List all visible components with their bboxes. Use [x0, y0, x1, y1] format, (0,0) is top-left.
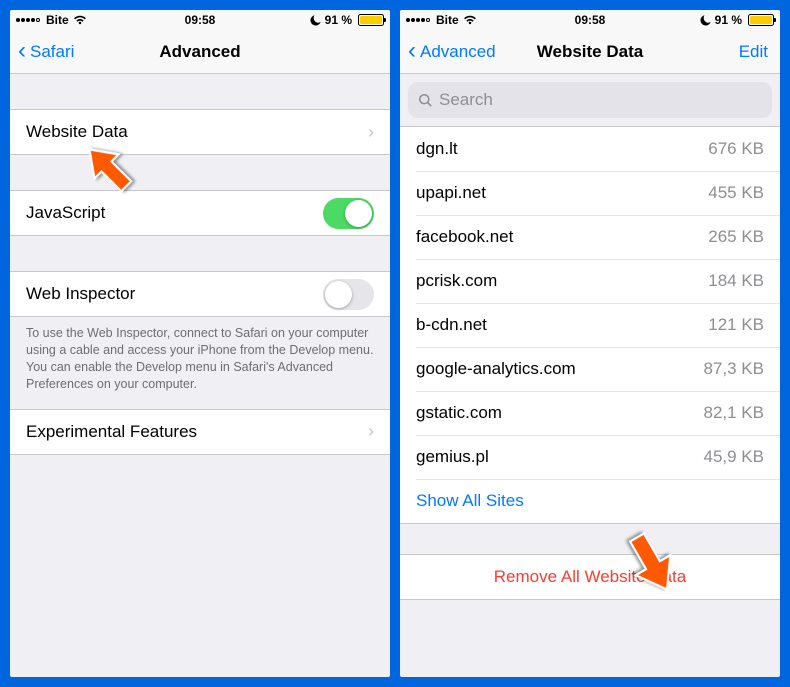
- site-row[interactable]: upapi.net 455 KB: [400, 171, 780, 215]
- web-inspector-toggle[interactable]: [323, 279, 374, 310]
- remove-all-website-data-button[interactable]: Remove All Website Data: [400, 555, 780, 599]
- battery-percent: 91 %: [715, 13, 742, 27]
- site-host: google-analytics.com: [416, 359, 576, 379]
- nav-bar: ‹ Safari Advanced: [10, 30, 390, 74]
- status-left: Bite: [406, 13, 477, 27]
- search-container: Search: [400, 74, 780, 126]
- site-row[interactable]: gstatic.com 82,1 KB: [400, 391, 780, 435]
- sites-list: dgn.lt 676 KB upapi.net 455 KB facebook.net 2…: [400, 126, 780, 524]
- search-input[interactable]: Search: [408, 82, 772, 118]
- site-size: 121 KB: [708, 315, 764, 335]
- back-label: Advanced: [420, 42, 496, 62]
- site-host: gstatic.com: [416, 403, 502, 423]
- site-size: 265 KB: [708, 227, 764, 247]
- chevron-right-icon: ›: [368, 122, 374, 143]
- chevron-left-icon: ‹: [18, 39, 26, 63]
- screen-website-data: Bite 09:58 91 % ‹ Advanced Website Data …: [400, 10, 780, 677]
- site-row[interactable]: facebook.net 265 KB: [400, 215, 780, 259]
- wifi-icon: [73, 15, 87, 25]
- site-size: 676 KB: [708, 139, 764, 159]
- search-icon: [418, 93, 433, 108]
- wifi-icon: [463, 15, 477, 25]
- signal-strength-icon: [16, 18, 40, 22]
- site-row[interactable]: gemius.pl 45,9 KB: [400, 435, 780, 479]
- show-all-sites-button[interactable]: Show All Sites: [400, 479, 780, 523]
- site-row[interactable]: b-cdn.net 121 KB: [400, 303, 780, 347]
- website-data-row[interactable]: Website Data ›: [10, 110, 390, 154]
- status-right: 91 %: [310, 13, 384, 27]
- status-bar: Bite 09:58 91 %: [400, 10, 780, 30]
- web-inspector-label: Web Inspector: [26, 284, 135, 304]
- site-host: b-cdn.net: [416, 315, 487, 335]
- battery-percent: 91 %: [325, 13, 352, 27]
- site-host: pcrisk.com: [416, 271, 497, 291]
- experimental-features-row[interactable]: Experimental Features ›: [10, 410, 390, 454]
- site-host: facebook.net: [416, 227, 513, 247]
- site-size: 184 KB: [708, 271, 764, 291]
- page-title: Website Data: [537, 42, 643, 62]
- back-label: Safari: [30, 42, 74, 62]
- do-not-disturb-icon: [700, 15, 711, 26]
- carrier-label: Bite: [436, 13, 459, 27]
- status-bar: Bite 09:58 91 %: [10, 10, 390, 30]
- back-button[interactable]: ‹ Safari: [18, 30, 74, 73]
- web-inspector-note: To use the Web Inspector, connect to Saf…: [10, 317, 390, 409]
- site-size: 455 KB: [708, 183, 764, 203]
- site-size: 87,3 KB: [704, 359, 765, 379]
- carrier-label: Bite: [46, 13, 69, 27]
- site-host: dgn.lt: [416, 139, 458, 159]
- experimental-label: Experimental Features: [26, 422, 197, 442]
- battery-icon: [358, 14, 384, 26]
- chevron-right-icon: ›: [368, 421, 374, 442]
- web-inspector-row: Web Inspector: [10, 272, 390, 316]
- site-host: gemius.pl: [416, 447, 489, 467]
- site-row[interactable]: google-analytics.com 87,3 KB: [400, 347, 780, 391]
- site-row[interactable]: pcrisk.com 184 KB: [400, 259, 780, 303]
- website-data-label: Website Data: [26, 122, 128, 142]
- edit-button[interactable]: Edit: [739, 30, 768, 73]
- javascript-toggle[interactable]: [323, 198, 374, 229]
- site-size: 82,1 KB: [704, 403, 765, 423]
- javascript-row: JavaScript: [10, 191, 390, 235]
- nav-bar: ‹ Advanced Website Data Edit: [400, 30, 780, 74]
- do-not-disturb-icon: [310, 15, 321, 26]
- content: Website Data › JavaScript Web Inspector …: [10, 74, 390, 455]
- back-button[interactable]: ‹ Advanced: [408, 30, 496, 73]
- site-size: 45,9 KB: [704, 447, 765, 467]
- status-right: 91 %: [700, 13, 774, 27]
- search-placeholder: Search: [439, 90, 493, 110]
- status-left: Bite: [16, 13, 87, 27]
- site-host: upapi.net: [416, 183, 486, 203]
- screen-advanced: Bite 09:58 91 % ‹ Safari Advanced Websit…: [10, 10, 390, 677]
- site-row[interactable]: dgn.lt 676 KB: [400, 127, 780, 171]
- javascript-label: JavaScript: [26, 203, 105, 223]
- battery-icon: [748, 14, 774, 26]
- page-title: Advanced: [159, 42, 240, 62]
- chevron-left-icon: ‹: [408, 39, 416, 63]
- signal-strength-icon: [406, 18, 430, 22]
